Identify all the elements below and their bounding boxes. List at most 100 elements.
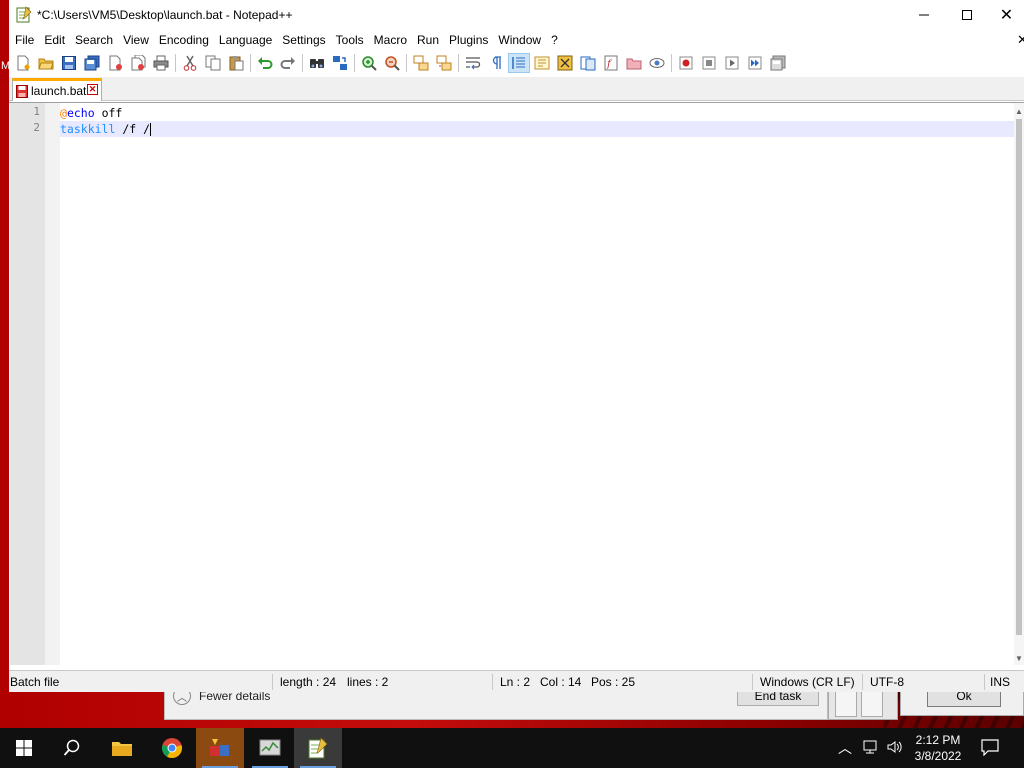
toolbar-separator	[250, 53, 251, 72]
user-defined-language-icon[interactable]	[531, 53, 553, 73]
close-document-icon[interactable]: ✕	[1017, 30, 1024, 50]
folder-icon	[112, 742, 132, 756]
function-list-icon[interactable]: f	[600, 53, 622, 73]
find-icon[interactable]	[306, 53, 328, 73]
menu-settings[interactable]: Settings	[277, 30, 330, 50]
chrome-icon	[162, 738, 182, 759]
menu-tools[interactable]: Tools	[331, 30, 369, 50]
sync-vertical-icon[interactable]	[410, 53, 432, 73]
show-all-chars-icon[interactable]	[485, 53, 507, 73]
taskbar: ︿ 2:12 PM 3/8/2022	[0, 728, 1024, 768]
minimize-button[interactable]	[901, 0, 947, 30]
new-file-icon[interactable]	[12, 53, 34, 73]
close-icon: ✕	[999, 7, 1014, 24]
vertical-scrollbar[interactable]: ▲ ▼	[1014, 103, 1024, 665]
status-language: Batch file	[10, 675, 60, 689]
editor[interactable]: 1 2 @echo off taskkill /f / ▲ ▼	[9, 102, 1024, 665]
taskbar-notepad-plus-plus[interactable]	[294, 728, 342, 768]
code-line[interactable]: @echo off	[60, 105, 1014, 121]
status-encoding[interactable]: UTF-8	[870, 675, 904, 689]
replace-icon[interactable]	[329, 53, 351, 73]
fold-margin[interactable]	[45, 103, 60, 665]
menu-language[interactable]: Language	[214, 30, 277, 50]
undo-icon[interactable]	[254, 53, 276, 73]
folder-as-workspace-icon[interactable]	[623, 53, 645, 73]
notepad-plus-plus-window: *C:\Users\VM5\Desktop\launch.bat - Notep…	[9, 0, 1024, 692]
app-shapes-icon	[210, 739, 229, 756]
background-dialog-panel	[861, 689, 883, 717]
menu-macro[interactable]: Macro	[369, 30, 412, 50]
menu-edit[interactable]: Edit	[39, 30, 70, 50]
save-all-icon[interactable]	[81, 53, 103, 73]
network-icon[interactable]	[862, 739, 880, 758]
indent-guide-icon[interactable]	[508, 52, 530, 73]
redo-icon[interactable]	[277, 53, 299, 73]
menu-search[interactable]: Search	[70, 30, 118, 50]
close-button[interactable]: ✕	[989, 0, 1024, 30]
sync-horizontal-icon[interactable]	[433, 53, 455, 73]
token-command: taskkill	[60, 122, 116, 136]
title-bar[interactable]: *C:\Users\VM5\Desktop\launch.bat - Notep…	[9, 0, 1024, 30]
show-hidden-icons-chevron-up-icon[interactable]: ︿	[838, 738, 852, 758]
taskbar-file-explorer[interactable]	[98, 728, 146, 768]
maximize-button[interactable]	[944, 0, 990, 30]
notification-center-icon[interactable]	[980, 738, 1000, 759]
monitoring-icon[interactable]	[646, 53, 668, 73]
status-col: Col : 14	[540, 675, 582, 689]
toolbar-separator	[175, 53, 176, 72]
search-button[interactable]	[48, 728, 96, 768]
paste-icon[interactable]	[225, 53, 247, 73]
print-icon[interactable]	[150, 53, 172, 73]
zoom-in-icon[interactable]	[358, 53, 380, 73]
taskbar-app-active[interactable]	[196, 728, 244, 768]
start-button[interactable]	[0, 728, 48, 768]
token-text: /f /	[115, 122, 151, 136]
status-insert-mode[interactable]: INS	[990, 675, 1010, 689]
volume-icon[interactable]	[886, 739, 904, 758]
close-icon[interactable]	[104, 53, 126, 73]
minimize-icon	[919, 14, 929, 16]
stop-recording-icon[interactable]	[698, 53, 720, 73]
task-manager-icon	[259, 739, 281, 756]
menu-help[interactable]: ?	[546, 30, 563, 50]
run-macro-multiple-icon[interactable]	[744, 53, 766, 73]
save-icon[interactable]	[58, 53, 80, 73]
toolbar-separator	[671, 53, 672, 72]
tab-close-icon[interactable]: ✕	[87, 84, 98, 95]
code-line-current[interactable]: taskkill /f /	[60, 121, 1014, 137]
document-map-icon[interactable]	[554, 53, 576, 73]
tab-launch-bat[interactable]: launch.bat ✕	[12, 78, 102, 101]
menu-window[interactable]: Window	[493, 30, 546, 50]
status-length: length : 24	[280, 675, 337, 689]
record-macro-icon[interactable]	[675, 53, 697, 73]
clock-time: 2:12 PM	[915, 733, 961, 747]
scroll-down-icon[interactable]: ▼	[1015, 654, 1023, 663]
unsaved-file-icon	[16, 84, 28, 98]
status-ln: Ln : 2	[500, 675, 531, 689]
scroll-up-icon[interactable]: ▲	[1015, 107, 1023, 116]
menu-plugins[interactable]: Plugins	[444, 30, 493, 50]
text-area[interactable]: @echo off taskkill /f /	[60, 103, 1014, 665]
open-file-icon[interactable]	[35, 53, 57, 73]
document-list-icon[interactable]	[577, 53, 599, 73]
menu-bar: File Edit Search View Encoding Language …	[9, 30, 1024, 50]
toolbar-separator	[302, 53, 303, 72]
status-eol[interactable]: Windows (CR LF)	[760, 675, 855, 689]
taskbar-clock[interactable]: 2:12 PM 3/8/2022	[908, 732, 968, 764]
word-wrap-icon[interactable]	[462, 53, 484, 73]
taskbar-task-manager[interactable]	[246, 728, 294, 768]
menu-file[interactable]: File	[10, 30, 39, 50]
zoom-out-icon[interactable]	[381, 53, 403, 73]
maximize-icon	[962, 10, 972, 20]
menu-run[interactable]: Run	[412, 30, 444, 50]
token-at: @	[60, 106, 67, 120]
playback-macro-icon[interactable]	[721, 53, 743, 73]
menu-view[interactable]: View	[118, 30, 154, 50]
cut-icon[interactable]	[179, 53, 201, 73]
scrollbar-thumb[interactable]	[1016, 119, 1022, 635]
close-all-icon[interactable]	[127, 53, 149, 73]
taskbar-chrome[interactable]	[148, 728, 196, 768]
copy-icon[interactable]	[202, 53, 224, 73]
menu-encoding[interactable]: Encoding	[154, 30, 214, 50]
save-macro-icon[interactable]	[767, 53, 789, 73]
